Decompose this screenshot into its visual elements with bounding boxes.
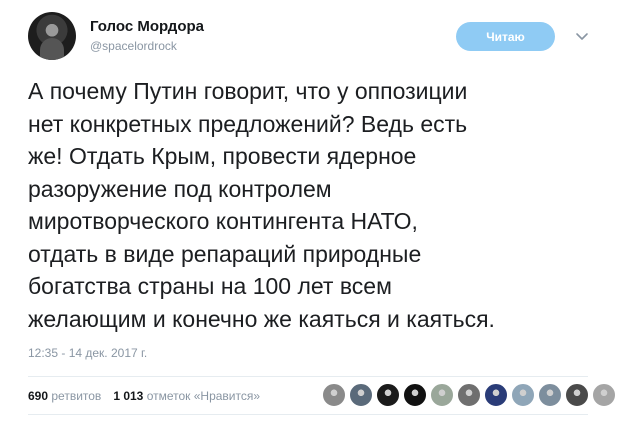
- liker-avatar[interactable]: [349, 383, 373, 407]
- liker-avatar[interactable]: [322, 383, 346, 407]
- follow-button[interactable]: Читаю: [456, 22, 555, 51]
- tweet-header: Голос Мордора @spacelordrock Читаю: [28, 12, 608, 60]
- retweets-count: 690: [28, 389, 49, 403]
- author-handle[interactable]: @spacelordrock: [90, 39, 177, 53]
- chevron-down-icon[interactable]: [574, 28, 590, 44]
- avatar[interactable]: [28, 12, 76, 60]
- liker-avatar[interactable]: [376, 383, 400, 407]
- retweets-label: ретвитов: [51, 389, 102, 403]
- likes-stat[interactable]: 1 013 отметок «Нравится»: [113, 389, 260, 403]
- liker-avatar[interactable]: [484, 383, 508, 407]
- liker-avatar[interactable]: [565, 383, 589, 407]
- divider: [28, 414, 588, 415]
- liker-avatar[interactable]: [430, 383, 454, 407]
- likes-count: 1 013: [113, 389, 144, 403]
- liker-avatar[interactable]: [403, 383, 427, 407]
- liker-avatar[interactable]: [457, 383, 481, 407]
- liker-avatar[interactable]: [538, 383, 562, 407]
- tweet-text: А почему Путин говорит, что у оппозиции …: [28, 78, 495, 332]
- tweet-timestamp[interactable]: 12:35 - 14 дек. 2017 г.: [28, 346, 147, 360]
- retweets-stat[interactable]: 690 ретвитов: [28, 389, 101, 403]
- likes-label: отметок «Нравится»: [146, 389, 261, 403]
- liker-avatars: [322, 383, 619, 407]
- liker-avatar[interactable]: [511, 383, 535, 407]
- divider: [28, 376, 588, 377]
- tweet-stats: 690 ретвитов 1 013 отметок «Нравится»: [28, 389, 260, 403]
- liker-avatar[interactable]: [592, 383, 616, 407]
- author-name[interactable]: Голос Мордора: [90, 18, 204, 35]
